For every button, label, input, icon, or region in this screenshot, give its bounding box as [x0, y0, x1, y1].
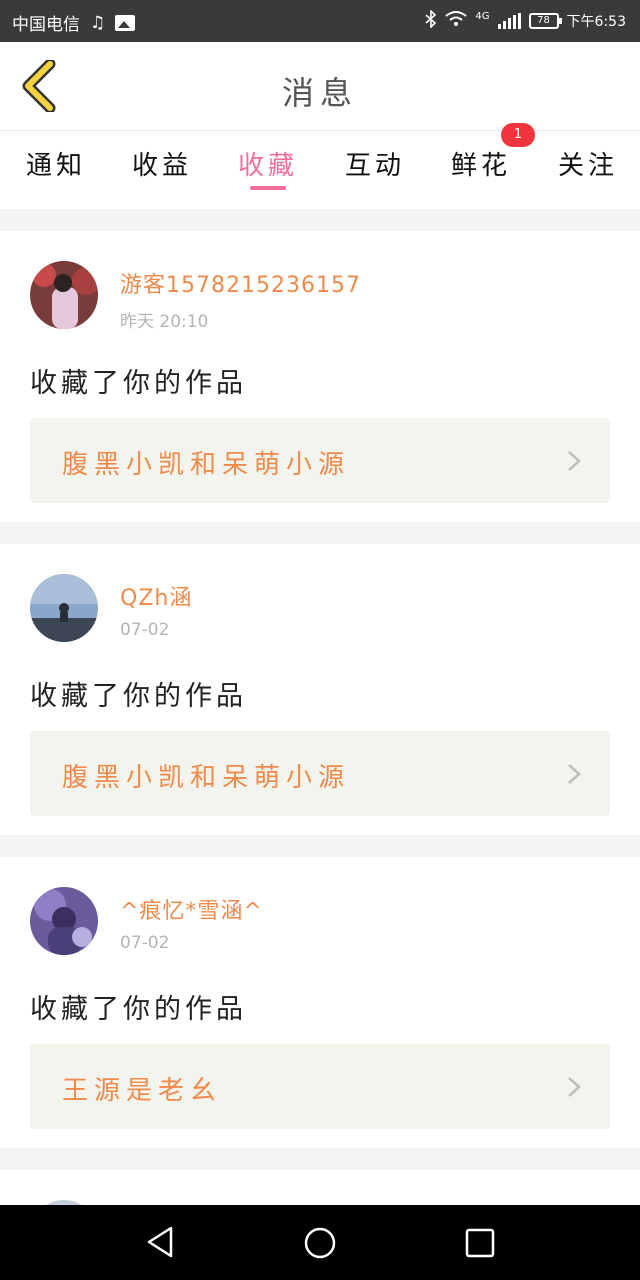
bluetooth-icon: [425, 9, 437, 32]
tab-label: 收藏: [238, 151, 299, 181]
avatar[interactable]: [30, 574, 98, 642]
image-notification-icon: [115, 14, 136, 31]
nav-home-button[interactable]: [303, 1226, 337, 1264]
user-name[interactable]: QZh涵: [120, 580, 192, 612]
message-card: ^痕忆*雪涵^ 07-02 收藏了你的作品 王源是老幺: [0, 857, 640, 1148]
system-nav-bar: [0, 1205, 640, 1280]
message-time: 07-02: [120, 620, 170, 640]
user-name[interactable]: 游客1578215236157: [120, 267, 361, 299]
avatar[interactable]: [30, 887, 98, 955]
music-icon: ♫: [90, 12, 106, 33]
tab-label: 通知: [26, 151, 87, 181]
user-name[interactable]: ^痕忆*雪涵^: [120, 893, 263, 925]
tab-earnings[interactable]: 收益: [132, 145, 192, 182]
work-title: 腹黑小凯和呆萌小源: [62, 450, 351, 480]
signal-icon: [497, 13, 521, 29]
active-tab-indicator: [250, 186, 286, 190]
work-link[interactable]: 王源是老幺: [30, 1044, 610, 1129]
tab-notifications[interactable]: 通知: [26, 145, 86, 182]
message-text: 收藏了你的作品: [30, 681, 247, 712]
network-type-label: 4G: [475, 10, 490, 22]
square-recents-icon: [465, 1228, 495, 1258]
battery-icon: 78: [528, 13, 562, 29]
message-time: 昨天 20:10: [120, 312, 209, 332]
tab-label: 收益: [132, 151, 193, 181]
app-header: 消息: [0, 42, 640, 131]
work-link[interactable]: 腹黑小凯和呆萌小源: [30, 731, 610, 816]
message-card: [0, 1170, 640, 1205]
message-card: QZh涵 07-02 收藏了你的作品 腹黑小凯和呆萌小源: [0, 544, 640, 835]
clock-label: 下午6:53: [566, 14, 626, 30]
work-title: 腹黑小凯和呆萌小源: [62, 763, 351, 793]
message-time: 07-02: [120, 933, 170, 953]
chevron-right-icon: [568, 764, 581, 784]
tab-interactions[interactable]: 互动: [345, 145, 405, 182]
tab-label: 互动: [345, 151, 406, 181]
circle-home-icon: [304, 1227, 336, 1259]
message-text: 收藏了你的作品: [30, 994, 247, 1025]
tab-bar: 通知 收益 收藏 互动 鲜花 1 关注: [0, 123, 640, 209]
tab-flowers[interactable]: 鲜花: [451, 145, 511, 182]
page-title: 消息: [281, 74, 358, 112]
work-link[interactable]: 腹黑小凯和呆萌小源: [30, 418, 610, 503]
work-title: 王源是老幺: [62, 1076, 223, 1106]
triangle-back-icon: [147, 1226, 173, 1258]
tab-label: 关注: [558, 151, 619, 181]
tab-label: 鲜花: [451, 151, 512, 181]
message-card: 游客1578215236157 昨天 20:10 收藏了你的作品 腹黑小凯和呆萌…: [0, 231, 640, 522]
tab-following[interactable]: 关注: [558, 145, 618, 182]
avatar[interactable]: [30, 261, 98, 329]
status-bar: 中国电信 ♫ 4G 78 下午6:53: [0, 0, 640, 42]
chevron-right-icon: [568, 451, 581, 471]
carrier-label: 中国电信: [12, 15, 80, 35]
message-text: 收藏了你的作品: [30, 368, 247, 399]
unread-badge: 1: [501, 123, 535, 147]
wifi-icon: [445, 11, 468, 31]
nav-recents-button[interactable]: [465, 1228, 495, 1262]
chevron-right-icon: [568, 1077, 581, 1097]
nav-back-button[interactable]: [145, 1225, 175, 1263]
tab-favorites[interactable]: 收藏: [238, 145, 298, 182]
